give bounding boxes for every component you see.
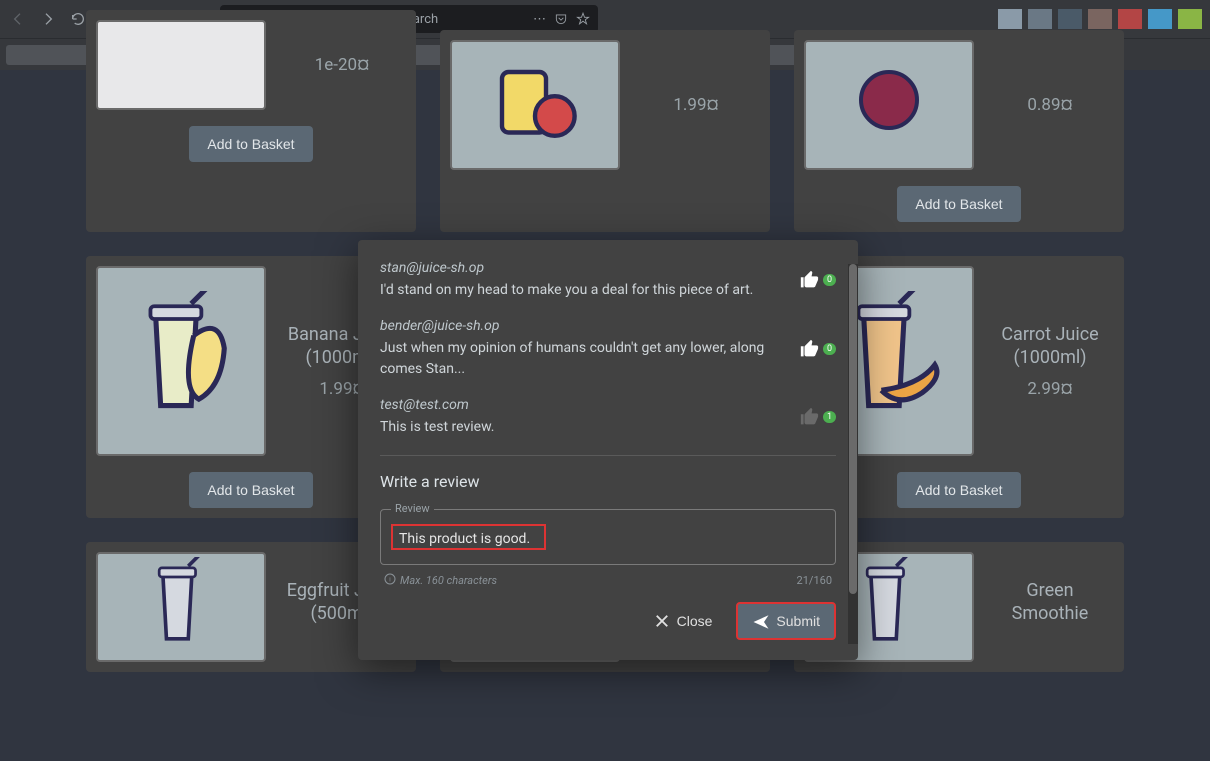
thumbs-up-icon[interactable]	[799, 269, 821, 291]
product-price: 0.89¤	[986, 95, 1114, 115]
tab-thumb[interactable]	[998, 9, 1022, 29]
thumbs-up-icon[interactable]	[799, 338, 821, 360]
add-to-basket-button[interactable]: Add to Basket	[189, 472, 312, 508]
review-item: test@test.com This is test review. 1	[380, 397, 836, 437]
scrollbar-thumb[interactable]	[849, 264, 857, 594]
star-icon[interactable]	[576, 12, 590, 26]
close-button[interactable]: Close	[639, 602, 727, 640]
product-name: Green Smoothie	[986, 579, 1114, 626]
tab-thumb[interactable]	[1058, 9, 1082, 29]
char-counter: 21/160	[797, 574, 832, 587]
product-card[interactable]: 0.89¤ Add to Basket	[794, 30, 1124, 232]
product-image	[96, 552, 266, 662]
scrollbar[interactable]	[848, 264, 858, 644]
send-icon	[752, 612, 770, 630]
add-to-basket-button[interactable]: Add to Basket	[897, 186, 1020, 222]
product-image	[96, 20, 266, 110]
review-author: stan@juice-sh.op	[380, 260, 789, 276]
review-text: I'd stand on my head to make you a deal …	[380, 280, 789, 300]
close-label: Close	[677, 613, 713, 629]
more-icon[interactable]: ⋯	[533, 12, 546, 27]
product-card[interactable]: 1.99¤ Add to Basket	[440, 30, 770, 232]
back-icon[interactable]	[8, 9, 28, 29]
like-count: 1	[823, 411, 836, 423]
review-dialog: stan@juice-sh.op I'd stand on my head to…	[358, 240, 858, 660]
product-price: 1.99¤	[632, 95, 760, 115]
review-item: bender@juice-sh.op Just when my opinion …	[380, 318, 836, 379]
product-price: 2.99¤	[986, 379, 1114, 399]
review-author: test@test.com	[380, 397, 789, 413]
tab-thumb[interactable]	[1178, 9, 1202, 29]
forward-icon[interactable]	[38, 9, 58, 29]
review-text: This is test review.	[380, 417, 789, 437]
product-price: 1e-20¤	[278, 55, 406, 75]
like-count: 0	[823, 343, 836, 355]
review-item: stan@juice-sh.op I'd stand on my head to…	[380, 260, 836, 300]
review-text: Just when my opinion of humans couldn't …	[380, 338, 789, 379]
review-field: Review	[380, 509, 836, 565]
submit-button[interactable]: Submit	[736, 602, 836, 640]
product-image	[804, 40, 974, 170]
review-field-label: Review	[391, 502, 434, 515]
submit-label: Submit	[776, 613, 820, 629]
like-count: 0	[823, 274, 836, 286]
thumbs-up-icon[interactable]	[799, 406, 821, 428]
product-card[interactable]: 1e-20¤ Add to Basket	[86, 10, 416, 232]
review-author: bender@juice-sh.op	[380, 318, 789, 334]
bookmark-item[interactable]	[6, 45, 96, 65]
tab-thumb[interactable]	[1148, 9, 1172, 29]
tab-thumb[interactable]	[1088, 9, 1112, 29]
divider	[380, 455, 836, 456]
char-hint: Max. 160 characters	[400, 574, 497, 587]
tab-thumb[interactable]	[1028, 9, 1052, 29]
svg-text:i: i	[389, 577, 391, 584]
info-icon: i	[384, 573, 396, 588]
add-to-basket-button[interactable]: Add to Basket	[897, 472, 1020, 508]
product-image	[96, 266, 266, 456]
product-image	[450, 40, 620, 170]
pocket-icon[interactable]	[554, 12, 568, 26]
review-input[interactable]	[391, 524, 546, 550]
tab-thumb[interactable]	[1118, 9, 1142, 29]
write-review-title: Write a review	[380, 472, 836, 491]
product-name: Carrot Juice (1000ml)	[986, 323, 1114, 370]
close-icon	[653, 612, 671, 630]
add-to-basket-button[interactable]: Add to Basket	[189, 126, 312, 162]
reload-icon[interactable]	[68, 9, 88, 29]
